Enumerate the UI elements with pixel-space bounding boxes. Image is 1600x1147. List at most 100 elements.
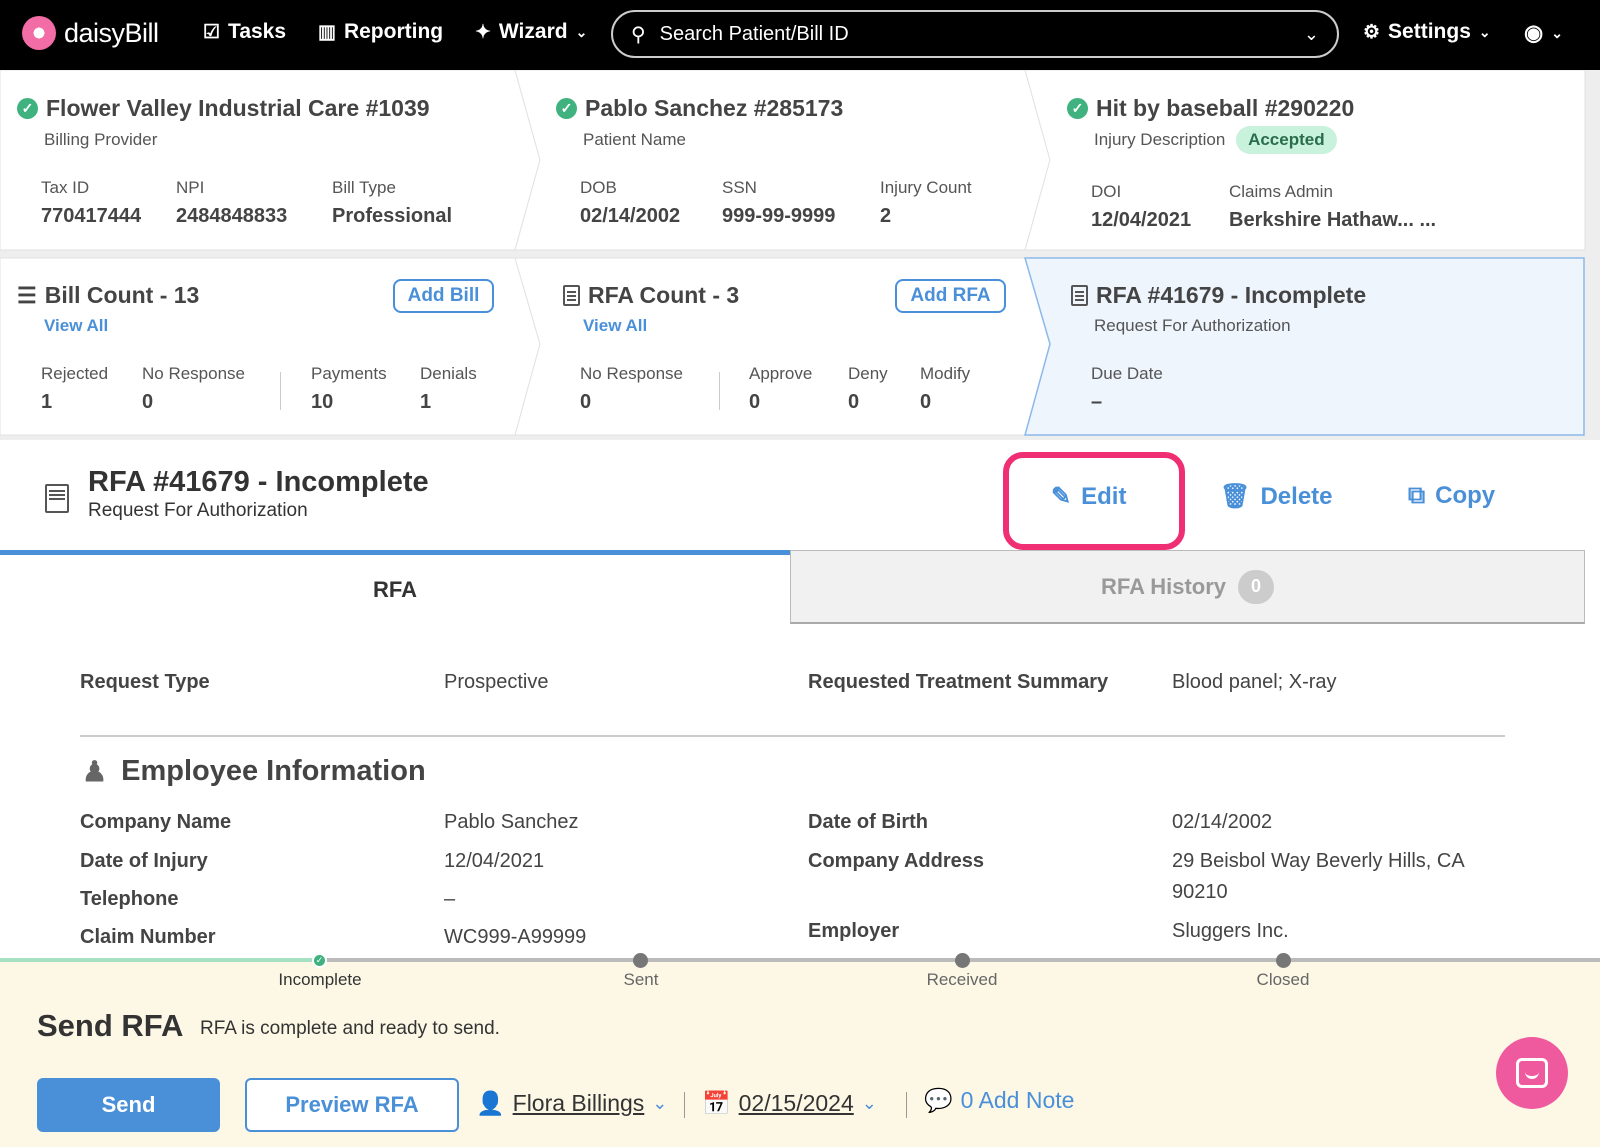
approve-label: Approve (749, 364, 813, 383)
history-count-badge: 0 (1238, 569, 1275, 604)
check-circle-icon: ✓ (556, 98, 577, 119)
user-menu[interactable]: ◉ ⌄ (1524, 20, 1563, 46)
doi-value: 12/04/2021 (1091, 209, 1192, 231)
delete-button[interactable]: 🗑 Delete (1220, 482, 1333, 511)
chat-widget-button[interactable] (1496, 1037, 1568, 1109)
ssn-label: SSN (722, 178, 757, 197)
treatment-summary-value: Blood panel; X-ray (1172, 671, 1337, 693)
daisy-icon (22, 16, 56, 50)
npi-label: NPI (176, 178, 205, 197)
injury-title[interactable]: ✓ Hit by baseball #290220 (1067, 95, 1354, 122)
copy-label: Copy (1435, 482, 1496, 509)
copy-icon: ⧉ (1408, 482, 1426, 509)
step-incomplete-dot: ✓ (312, 953, 327, 968)
no-response-value: 0 (142, 391, 154, 413)
search-input[interactable] (659, 22, 1290, 46)
preview-rfa-button[interactable]: Preview RFA (245, 1078, 459, 1132)
nav-wizard[interactable]: ✦ Wizard ⌄ (475, 20, 587, 44)
nav-settings-label: Settings (1388, 20, 1471, 43)
chevron-down-icon[interactable]: ⌄ (1304, 24, 1319, 45)
company-address-label: Company Address (808, 850, 984, 872)
clipboard-check-icon: ☑ (203, 21, 221, 43)
add-note-label: 0 Add Note (960, 1087, 1075, 1113)
divider (906, 1092, 907, 1118)
employee-info-heading: ♟ Employee Information (82, 755, 426, 788)
date-select[interactable]: 📅 02/15/2024 ⌄ (702, 1090, 877, 1117)
nav-reporting-label: Reporting (343, 20, 444, 43)
rejected-label: Rejected (41, 364, 109, 383)
send-rfa-subtitle: RFA is complete and ready to send. (200, 1018, 500, 1039)
telephone-label: Telephone (80, 888, 179, 910)
magic-wand-icon: ✦ (475, 21, 491, 43)
modify-label: Modify (920, 364, 971, 383)
step-closed-label: Closed (1256, 970, 1310, 989)
page-title: RFA #41679 - Incomplete (88, 466, 429, 498)
payments-label: Payments (311, 364, 387, 383)
nav-reporting[interactable]: ▥ Reporting (318, 20, 443, 44)
employer-label: Employer (808, 920, 900, 942)
user-circle-icon: ◉ (1524, 20, 1544, 45)
patient-subtitle: Patient Name (583, 130, 686, 149)
progress-track-complete (0, 958, 320, 962)
injury-count-label: Injury Count (880, 178, 972, 197)
chevron-down-icon: ⌄ (575, 23, 588, 40)
document-icon (563, 285, 580, 306)
check-circle-icon: ✓ (17, 98, 38, 119)
deny-value: 0 (848, 391, 860, 413)
view-all-bills-link[interactable]: View All (44, 316, 108, 336)
check-circle-icon: ✓ (1067, 98, 1088, 119)
send-button[interactable]: Send (37, 1078, 220, 1132)
request-type-label: Request Type (80, 671, 210, 693)
trash-icon: 🗑 (1220, 483, 1251, 510)
rfa-no-response-label: No Response (580, 364, 684, 383)
add-note-link[interactable]: 💬 0 Add Note (924, 1087, 1074, 1114)
tab-rfa[interactable]: RFA (0, 550, 790, 624)
chevron-down-icon: ⌄ (1478, 23, 1491, 40)
nav-tasks[interactable]: ☑ Tasks (203, 20, 286, 44)
chevron-down-icon: ⌄ (652, 1093, 668, 1113)
due-date-label: Due Date (1091, 364, 1163, 383)
rfa-no-response-value: 0 (580, 391, 592, 413)
list-icon: ☰ (17, 282, 37, 308)
nav-settings[interactable]: ⚙ Settings ⌄ (1363, 20, 1491, 44)
step-received-dot (955, 953, 970, 968)
claim-number-value: WC999-A99999 (444, 926, 587, 948)
view-all-rfas-link[interactable]: View All (583, 316, 647, 336)
add-rfa-button[interactable]: Add RFA (895, 279, 1006, 313)
assignee-select[interactable]: 👤 Flora Billings ⌄ (476, 1090, 667, 1117)
tax-id-label: Tax ID (41, 178, 90, 197)
ssn-value: 999-99-9999 (722, 205, 836, 227)
search-bar[interactable]: ⚲ ⌄ (611, 10, 1339, 58)
chat-icon (1516, 1058, 1548, 1088)
provider-title[interactable]: ✓ Flower Valley Industrial Care #1039 (17, 95, 430, 122)
tab-rfa-history[interactable]: RFA History 0 (790, 550, 1585, 624)
current-rfa-title[interactable]: RFA #41679 - Incomplete (1071, 282, 1366, 309)
due-date-value: – (1091, 391, 1103, 413)
header-cards (0, 70, 1586, 436)
edit-highlight (1003, 452, 1185, 550)
date-value: 02/15/2024 (738, 1090, 854, 1116)
section-divider (80, 735, 1505, 737)
bill-type-label: Bill Type (332, 178, 396, 197)
doi-label: DOI (1091, 182, 1122, 201)
patient-title[interactable]: ✓ Pablo Sanchez #285173 (556, 95, 843, 122)
copy-button[interactable]: ⧉ Copy (1408, 482, 1495, 510)
modify-value: 0 (920, 391, 932, 413)
provider-title-text: Flower Valley Industrial Care #1039 (46, 95, 430, 121)
denials-value: 1 (420, 391, 432, 413)
delete-label: Delete (1260, 482, 1333, 510)
injury-subtitle-text: Injury Description (1094, 130, 1226, 149)
dob-value: 02/14/2002 (580, 205, 681, 227)
injury-count-value: 2 (880, 205, 892, 227)
employee-info-title: Employee Information (121, 755, 426, 787)
current-rfa-title-text: RFA #41679 - Incomplete (1096, 282, 1367, 308)
nav-tasks-label: Tasks (228, 20, 287, 43)
step-incomplete-label: Incomplete (278, 970, 362, 989)
top-nav: daisyBill ☑ Tasks ▥ Reporting ✦ Wizard ⌄… (0, 0, 1600, 70)
date-of-injury-value: 12/04/2021 (444, 850, 545, 872)
brand-logo[interactable]: daisyBill (22, 16, 159, 50)
add-bill-button[interactable]: Add Bill (393, 279, 494, 313)
search-icon: ⚲ (631, 23, 646, 46)
calendar-icon: 📅 (702, 1090, 731, 1116)
deny-label: Deny (848, 364, 888, 383)
